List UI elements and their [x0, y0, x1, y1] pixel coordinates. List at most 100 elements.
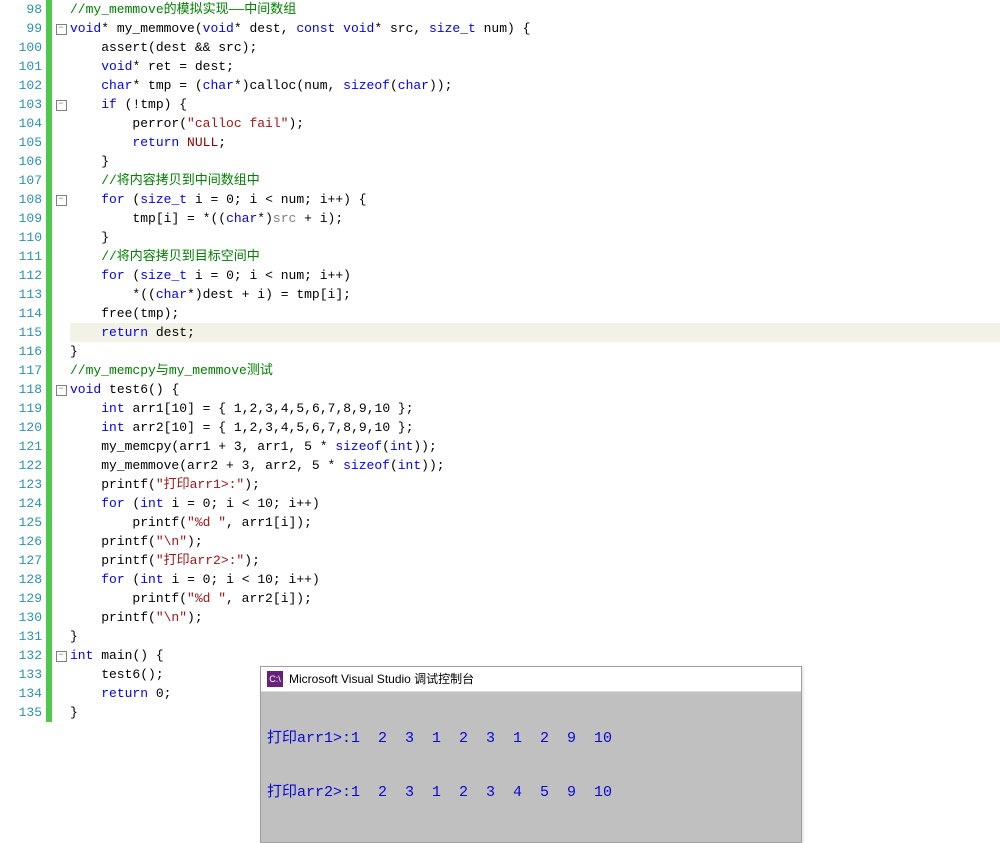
line-number: 101 [0, 57, 42, 76]
code-line[interactable]: for (int i = 0; i < 10; i++) [70, 570, 1000, 589]
code-line[interactable]: printf("\n"); [70, 608, 1000, 627]
code-line[interactable]: printf("打印arr1>:"); [70, 475, 1000, 494]
code-line[interactable]: return dest; [70, 323, 1000, 342]
token-op: ( [125, 268, 141, 283]
token-op [70, 572, 101, 587]
console-titlebar[interactable]: C:\ Microsoft Visual Studio 调试控制台 [261, 667, 801, 692]
code-line[interactable]: for (size_t i = 0; i < num; i++) { [70, 190, 1000, 209]
token-op: ; [437, 458, 445, 473]
token-op: ; [304, 192, 320, 207]
code-line[interactable]: //my_memmove的模拟实现——中间数组 [70, 0, 1000, 19]
code-line[interactable]: int arr2[10] = { 1,2,3,4,5,6,7,8,9,10 }; [70, 418, 1000, 437]
token-str: "打印arr2>:" [156, 553, 244, 568]
code-line[interactable]: //my_memcpy与my_memmove测试 [70, 361, 1000, 380]
token-op: , [367, 401, 375, 416]
token-num: 8 [343, 401, 351, 416]
line-number: 113 [0, 285, 42, 304]
token-num: 0 [156, 686, 164, 701]
token-op [335, 21, 343, 36]
token-kw: const [296, 21, 335, 36]
token-id: test6 [70, 667, 140, 682]
token-kw: if [101, 97, 117, 112]
token-id: printf [70, 515, 179, 530]
fold-toggle-icon[interactable]: − [56, 385, 67, 396]
code-line[interactable]: } [70, 342, 1000, 361]
code-line[interactable]: return NULL; [70, 133, 1000, 152]
code-line[interactable]: for (size_t i = 0; i < num; i++) [70, 266, 1000, 285]
code-line[interactable]: void* my_memmove(void* dest, const void*… [70, 19, 1000, 38]
token-op: ; [304, 268, 320, 283]
token-kw: return [101, 325, 148, 340]
fold-toggle-icon[interactable]: − [56, 195, 67, 206]
fold-cell [52, 57, 70, 76]
token-op: = ( [179, 78, 202, 93]
code-line[interactable]: my_memmove(arr2 + 3, arr2, 5 * sizeof(in… [70, 456, 1000, 475]
code-line[interactable]: void* ret = dest; [70, 57, 1000, 76]
token-op: ; [226, 59, 234, 74]
code-line[interactable]: my_memcpy(arr1 + 3, arr1, 5 * sizeof(int… [70, 437, 1000, 456]
code-line[interactable]: for (int i = 0; i < 10; i++) [70, 494, 1000, 513]
token-op: + [226, 458, 242, 473]
fold-gutter: − − − − − [52, 0, 70, 722]
code-line[interactable]: int main() { [70, 646, 1000, 665]
token-id: printf [70, 591, 179, 606]
line-number: 135 [0, 703, 42, 722]
token-kw: int [390, 439, 413, 454]
code-line[interactable]: printf("%d ", arr2[i]); [70, 589, 1000, 608]
code-line[interactable]: printf("打印arr2>:"); [70, 551, 1000, 570]
token-paren: ( [179, 515, 187, 530]
token-op: [ [320, 287, 328, 302]
token-op: * [374, 21, 390, 36]
code-line[interactable]: void test6() { [70, 380, 1000, 399]
line-number: 134 [0, 684, 42, 703]
code-line[interactable]: printf("\n"); [70, 532, 1000, 551]
code-line[interactable]: perror("calloc fail"); [70, 114, 1000, 133]
token-op: ; [429, 439, 437, 454]
code-line[interactable]: free(tmp); [70, 304, 1000, 323]
token-id: i [281, 591, 289, 606]
token-op: }; [390, 401, 413, 416]
code-line[interactable]: printf("%d ", arr1[i]); [70, 513, 1000, 532]
token-op: , [351, 401, 359, 416]
token-op: * [320, 458, 343, 473]
token-paren: ( [179, 591, 187, 606]
token-op: < [242, 496, 258, 511]
token-num: 1 [234, 420, 242, 435]
code-line[interactable]: } [70, 228, 1000, 247]
token-paren: ( [148, 477, 156, 492]
token-paren: ( [296, 78, 304, 93]
code-line[interactable]: //将内容拷贝到中间数组中 [70, 171, 1000, 190]
token-id: i [226, 496, 242, 511]
token-op [70, 135, 132, 150]
code-line[interactable]: *((char*)dest + i) = tmp[i]; [70, 285, 1000, 304]
token-kw: for [101, 268, 124, 283]
code-line[interactable]: int arr1[10] = { 1,2,3,4,5,6,7,8,9,10 }; [70, 399, 1000, 418]
token-paren: } [70, 154, 109, 169]
code-line[interactable]: } [70, 627, 1000, 646]
code-line[interactable]: if (!tmp) { [70, 95, 1000, 114]
code-line[interactable]: } [70, 152, 1000, 171]
code-line[interactable]: assert(dest && src); [70, 38, 1000, 57]
token-id: i [320, 211, 328, 226]
fold-cell [52, 608, 70, 627]
token-op: ; [210, 496, 226, 511]
token-op: < [242, 572, 258, 587]
fold-toggle-icon[interactable]: − [56, 651, 67, 662]
token-op: * [312, 439, 335, 454]
fold-toggle-icon[interactable]: − [56, 24, 67, 35]
code-line[interactable]: tmp[i] = *((char*)src + i); [70, 209, 1000, 228]
line-number: 98 [0, 0, 42, 19]
token-op: , [351, 420, 359, 435]
fold-cell [52, 209, 70, 228]
token-op: < [265, 268, 281, 283]
token-paren: )) [413, 439, 429, 454]
token-kw: int [140, 496, 163, 511]
code-line[interactable]: char* tmp = (char*)calloc(num, sizeof(ch… [70, 76, 1000, 95]
token-cm: //my_memmove的模拟实现——中间数组 [70, 2, 296, 17]
fold-toggle-icon[interactable]: − [56, 100, 67, 111]
code-line[interactable]: //将内容拷贝到目标空间中 [70, 247, 1000, 266]
token-paren: ) [244, 477, 252, 492]
code-area[interactable]: //my_memmove的模拟实现——中间数组 void* my_memmove(… [70, 0, 1000, 722]
token-id: i [171, 572, 187, 587]
fold-cell [52, 532, 70, 551]
